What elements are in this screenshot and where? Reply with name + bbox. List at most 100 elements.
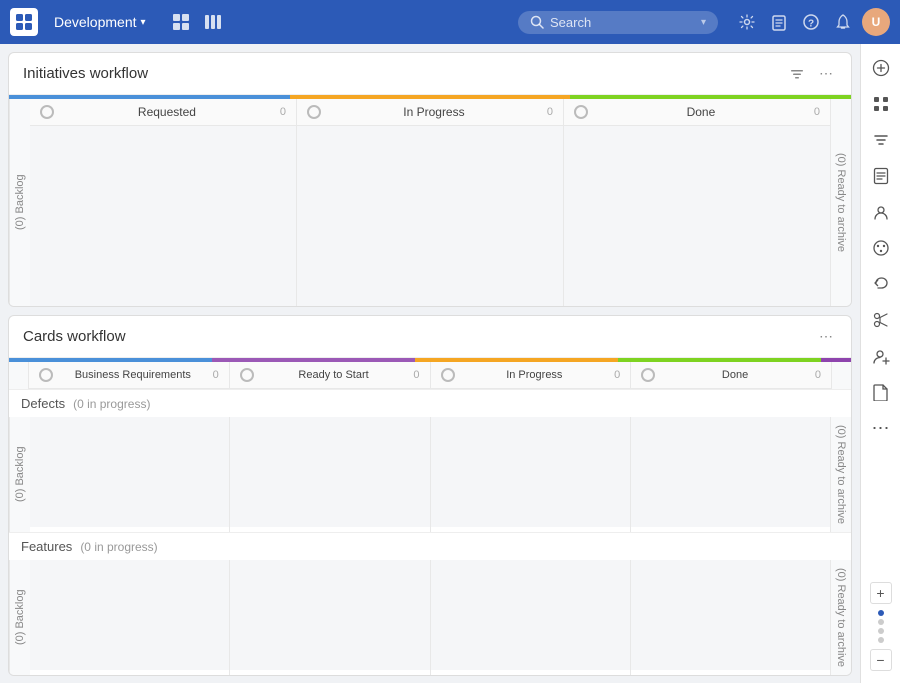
- swimlane-features-col-biz: [30, 560, 230, 675]
- project-name: Development: [54, 14, 137, 30]
- col-count-requested: 0: [280, 106, 286, 118]
- swimlane-features-body-ready: [230, 560, 429, 670]
- cards-col-header-done: Done 0: [631, 362, 831, 389]
- initiatives-col-body-inprogress: [297, 126, 563, 306]
- swimlane-features-col-group: [30, 560, 830, 675]
- cards-col-toggle-ready[interactable]: [240, 368, 254, 382]
- svg-text:?: ?: [808, 19, 814, 30]
- initiatives-columns-wrapper: (0) Backlog Requested 0: [9, 99, 851, 306]
- swimlane-features-columns: (0) Backlog: [9, 560, 851, 675]
- cards-workflow-title: Cards workflow: [23, 328, 126, 345]
- search-icon: [530, 15, 544, 29]
- cards-col-biz: Business Requirements 0: [29, 362, 230, 389]
- col-label-inprogress: In Progress: [321, 105, 547, 119]
- scroll-dot-3: [878, 628, 884, 634]
- initiatives-archive-label: (0) Ready to archive: [830, 99, 851, 306]
- cards-column-headers: Business Requirements 0 Ready to Start 0: [29, 362, 831, 389]
- sidebar-team-icon[interactable]: [865, 196, 897, 228]
- initiatives-column-inprogress: In Progress 0: [297, 99, 564, 306]
- grid-view-icon[interactable]: [168, 9, 194, 35]
- cards-col-count-inprogress: 0: [614, 369, 620, 381]
- cards-col-label-ready: Ready to Start: [254, 369, 414, 381]
- zoom-out-button[interactable]: −: [870, 649, 892, 671]
- nav-right-icons: ? U: [734, 8, 890, 36]
- cards-col-done: Done 0: [631, 362, 831, 389]
- scroll-dot-1: [878, 610, 884, 616]
- sidebar-more-icon[interactable]: ⋯: [865, 412, 897, 444]
- settings-icon[interactable]: [734, 9, 760, 35]
- initiatives-workflow-actions: ⋯: [785, 63, 837, 84]
- cards-col-toggle-inprogress[interactable]: [441, 368, 455, 382]
- initiatives-columns: Requested 0 In Progress 0: [30, 99, 830, 306]
- col-toggle-done[interactable]: [574, 105, 588, 119]
- help-icon[interactable]: ?: [798, 9, 824, 35]
- swimlane-defects-label: Defects: [21, 396, 65, 411]
- cards-col-ready: Ready to Start 0: [230, 362, 431, 389]
- search-dropdown-icon[interactable]: ▾: [701, 17, 706, 28]
- swimlane-features: Features (0 in progress) (0) Backlog: [9, 532, 851, 675]
- swimlane-features-col-done: [631, 560, 830, 675]
- sidebar-filter-icon[interactable]: [865, 124, 897, 156]
- swimlane-defects-body-biz: [30, 417, 229, 527]
- cards-col-count-biz: 0: [213, 369, 219, 381]
- sidebar-undo-icon[interactable]: [865, 268, 897, 300]
- sidebar-document-icon[interactable]: [865, 160, 897, 192]
- app-logo[interactable]: [10, 8, 38, 36]
- kanban-view-icon[interactable]: [200, 9, 226, 35]
- cards-col-label-done: Done: [655, 369, 815, 381]
- initiatives-workflow-header: Initiatives workflow ⋯: [9, 53, 851, 95]
- swimlane-defects-sub: (0 in progress): [73, 397, 150, 411]
- clipboard-icon[interactable]: [766, 9, 792, 35]
- initiatives-col-header-requested: Requested 0: [30, 99, 296, 126]
- swimlane-defects-header: Defects (0 in progress): [9, 390, 851, 417]
- cards-col-toggle-done[interactable]: [641, 368, 655, 382]
- cards-column-headers-wrapper: Business Requirements 0 Ready to Start 0: [9, 362, 851, 389]
- sidebar-palette-icon[interactable]: [865, 232, 897, 264]
- swimlane-defects-col-ready: [230, 417, 430, 532]
- cards-col-label-biz: Business Requirements: [53, 369, 213, 381]
- swimlane-features-col-ready: [230, 560, 430, 675]
- cards-col-count-done: 0: [815, 369, 821, 381]
- sidebar-add-person-icon[interactable]: [865, 340, 897, 372]
- more-options-icon[interactable]: ⋯: [815, 63, 837, 84]
- cards-workflow-actions: ⋯: [815, 326, 837, 347]
- cards-workflow-header: Cards workflow ⋯: [9, 316, 851, 358]
- sidebar-scissors-icon[interactable]: [865, 304, 897, 336]
- chevron-down-icon: ▾: [141, 17, 146, 28]
- cards-col-label-inprogress: In Progress: [455, 369, 615, 381]
- cards-more-options-icon[interactable]: ⋯: [815, 326, 837, 347]
- swimlane-features-backlog: (0) Backlog: [9, 560, 30, 675]
- col-toggle-requested[interactable]: [40, 105, 54, 119]
- initiatives-column-done: Done 0: [564, 99, 830, 306]
- filter-icon[interactable]: [785, 63, 809, 84]
- initiatives-col-body-done: [564, 126, 830, 306]
- sidebar-add-icon[interactable]: [865, 52, 897, 84]
- initiatives-col-body-requested: [30, 126, 296, 306]
- swimlane-features-sub: (0 in progress): [80, 540, 157, 554]
- sidebar-hierarchy-icon[interactable]: [865, 88, 897, 120]
- project-selector[interactable]: Development ▾: [46, 10, 154, 34]
- main-layout: Initiatives workflow ⋯: [0, 44, 900, 683]
- search-bar[interactable]: Search ▾: [518, 11, 718, 34]
- zoom-in-button[interactable]: +: [870, 582, 892, 604]
- swimlane-features-col-inprogress: [431, 560, 631, 675]
- cards-col-count-ready: 0: [413, 369, 419, 381]
- sidebar-page-icon[interactable]: [865, 376, 897, 408]
- swimlane-defects-col-inprogress: [431, 417, 631, 532]
- swimlane-defects-columns: (0) Backlog: [9, 417, 851, 532]
- swimlane-features-header: Features (0 in progress): [9, 533, 851, 560]
- swimlane-features-label: Features: [21, 539, 72, 554]
- col-toggle-inprogress[interactable]: [307, 105, 321, 119]
- swimlane-features-archive: (0) Ready to archive: [830, 560, 851, 675]
- initiatives-workflow: Initiatives workflow ⋯: [8, 52, 852, 307]
- swimlane-defects-body-inprogress: [431, 417, 630, 527]
- content-area: Initiatives workflow ⋯: [0, 44, 860, 683]
- bell-icon[interactable]: [830, 9, 856, 35]
- user-avatar[interactable]: U: [862, 8, 890, 36]
- cards-col-header-inprogress: In Progress 0: [431, 362, 631, 389]
- scroll-dot-2: [878, 619, 884, 625]
- nav-view-icons: [168, 9, 226, 35]
- swimlane-defects: Defects (0 in progress) (0) Backlog: [9, 389, 851, 532]
- swimlane-features-body-biz: [30, 560, 229, 670]
- cards-col-toggle-biz[interactable]: [39, 368, 53, 382]
